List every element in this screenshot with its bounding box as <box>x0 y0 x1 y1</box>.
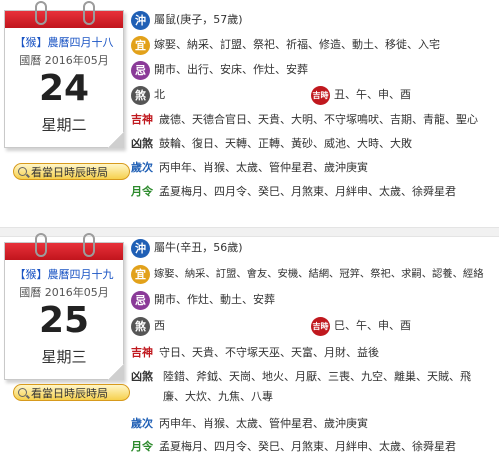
yi-row: 宜嫁娶、納采、訂盟、祭祀、祈福、修造、動土、移徙、入宅 <box>131 35 440 55</box>
yueling-text: 孟夏梅月、四月令、癸巳、月煞東、月絆申、太歲、徐舜星君 <box>159 440 456 453</box>
weekday: 星期三 <box>41 348 87 366</box>
ji-row: 忌開市、作灶、動土、安葬 <box>131 290 275 310</box>
calendar-page: 【猴】農曆四月十九 國曆 2016年05月 25 星期三 <box>4 233 124 380</box>
day-card-2: 【猴】農曆四月十九 國曆 2016年05月 25 星期三 看當日時辰時局 沖屬牛… <box>0 233 499 462</box>
view-hours-button[interactable]: 看當日時辰時局 <box>13 163 130 180</box>
chong-row: 沖屬鼠(庚子，57歲) <box>131 10 243 30</box>
suici-text: 丙申年、肖猴、太歲、管仲星君、歲沖庚寅 <box>159 417 368 430</box>
day-number: 24 <box>38 68 90 109</box>
binder-ring-icon <box>83 233 95 257</box>
calendar-page: 【猴】農曆四月十八 國曆 2016年05月 24 星期二 <box>4 1 124 148</box>
yi-text: 嫁娶、納采、訂盟、祭祀、祈福、修造、動土、移徙、入宅 <box>154 38 440 51</box>
magnifier-icon <box>18 388 27 397</box>
yueling-label: 月令 <box>131 185 153 198</box>
page-curl-icon <box>108 364 124 380</box>
suici-row: 歲次 丙申年、肖猴、太歲、管仲星君、歲沖庚寅 <box>131 158 368 178</box>
calendar-header-bar <box>5 11 123 28</box>
jishi-group: 吉時 丑、午、申、酉 <box>311 85 411 105</box>
day-card-1: 【猴】農曆四月十八 國曆 2016年05月 24 星期二 看當日時辰時局 沖屬鼠… <box>0 0 499 226</box>
jishen-label: 吉神 <box>131 346 153 359</box>
jishi-icon: 吉時 <box>311 316 330 336</box>
chong-text: 屬牛(辛丑，56歲) <box>154 241 243 254</box>
yueling-label: 月令 <box>131 440 153 453</box>
jishen-row: 吉神 守日、天貴、不守塚天巫、天富、月財、益後 <box>131 343 379 363</box>
yi-text: 嫁娶、納采、訂盟、會友、安機、結網、冠笄、祭祀、求嗣、認養、經絡 <box>154 268 484 280</box>
jishen-label: 吉神 <box>131 113 153 126</box>
ji-icon: 忌 <box>131 60 150 80</box>
suici-label: 歲次 <box>131 161 153 174</box>
ji-row: 忌開市、出行、安床、作灶、安葬 <box>131 60 308 80</box>
yi-row: 宜嫁娶、納采、訂盟、會友、安機、結網、冠笄、祭祀、求嗣、認養、經絡 <box>131 264 484 284</box>
magnifier-icon <box>18 167 27 176</box>
xiongsha-label: 凶煞 <box>131 370 153 383</box>
jishen-text: 歲德、天德合官日、天貴、大明、不守塚鳴吠、吉期、青龍、聖心 <box>159 113 478 126</box>
chong-row: 沖屬牛(辛丑，56歲) <box>131 238 243 258</box>
sha-row: 煞北 吉時 丑、午、申、酉 <box>131 85 491 105</box>
xiongsha-row: 凶煞 鼓輪、復日、天轉、正轉、黃砂、威池、大時、大敗 <box>131 134 412 154</box>
jishi-icon: 吉時 <box>311 85 330 105</box>
sha-icon: 煞 <box>131 316 150 336</box>
ji-text: 開市、作灶、動土、安葬 <box>154 293 275 306</box>
ji-text: 開市、出行、安床、作灶、安葬 <box>154 63 308 76</box>
day-number: 25 <box>38 300 90 341</box>
xiongsha-text: 陸錯、斧鉞、天崗、地火、月厭、三喪、九空、離巢、天賊、飛廉、大炊、九焦、八專 <box>163 370 471 403</box>
suici-row: 歲次 丙申年、肖猴、太歲、管仲星君、歲沖庚寅 <box>131 414 368 434</box>
lunar-date: 【猴】農曆四月十八 <box>14 36 114 49</box>
chong-text: 屬鼠(庚子，57歲) <box>154 13 243 26</box>
jishen-text: 守日、天貴、不守塚天巫、天富、月財、益後 <box>159 346 379 359</box>
suici-text: 丙申年、肖猴、太歲、管仲星君、歲沖庚寅 <box>159 161 368 174</box>
gregorian-month: 國曆 2016年05月 <box>19 286 109 299</box>
binder-ring-icon <box>83 1 95 25</box>
xiongsha-text: 鼓輪、復日、天轉、正轉、黃砂、威池、大時、大敗 <box>159 137 412 150</box>
gregorian-month: 國曆 2016年05月 <box>19 54 109 67</box>
binder-ring-icon <box>35 1 47 25</box>
xiongsha-label: 凶煞 <box>131 137 153 150</box>
sha-row: 煞西 吉時 巳、午、申、酉 <box>131 316 491 336</box>
calendar-header-bar <box>5 243 123 260</box>
sha-text: 西 <box>154 319 165 332</box>
jishi-text: 巳、午、申、酉 <box>334 319 411 332</box>
view-hours-button-label: 看當日時辰時局 <box>31 166 108 179</box>
lunar-date: 【猴】農曆四月十九 <box>14 268 114 281</box>
jishen-row: 吉神 歲德、天德合官日、天貴、大明、不守塚鳴吠、吉期、青龍、聖心 <box>131 110 478 130</box>
page-curl-icon <box>108 132 124 148</box>
yueling-text: 孟夏梅月、四月令、癸巳、月煞東、月絆申、太歲、徐舜星君 <box>159 185 456 198</box>
ji-icon: 忌 <box>131 290 150 310</box>
view-hours-button[interactable]: 看當日時辰時局 <box>13 384 130 401</box>
view-hours-button-label: 看當日時辰時局 <box>31 387 108 400</box>
yueling-row: 月令 孟夏梅月、四月令、癸巳、月煞東、月絆申、太歲、徐舜星君 <box>131 437 456 457</box>
weekday: 星期二 <box>41 116 87 134</box>
sha-icon: 煞 <box>131 85 150 105</box>
xiongsha-row: 凶煞 陸錯、斧鉞、天崗、地火、月厭、三喪、九空、離巢、天賊、飛廉、大炊、九焦、八專 <box>131 367 491 407</box>
chong-icon: 沖 <box>131 238 150 258</box>
sha-text: 北 <box>154 88 165 101</box>
chong-icon: 沖 <box>131 10 150 30</box>
jishi-group: 吉時 巳、午、申、酉 <box>311 316 411 336</box>
jishi-text: 丑、午、申、酉 <box>334 88 411 101</box>
binder-ring-icon <box>35 233 47 257</box>
yueling-row: 月令 孟夏梅月、四月令、癸巳、月煞東、月絆申、太歲、徐舜星君 <box>131 182 456 202</box>
yi-icon: 宜 <box>131 35 150 55</box>
yi-icon: 宜 <box>131 264 150 284</box>
suici-label: 歲次 <box>131 417 153 430</box>
